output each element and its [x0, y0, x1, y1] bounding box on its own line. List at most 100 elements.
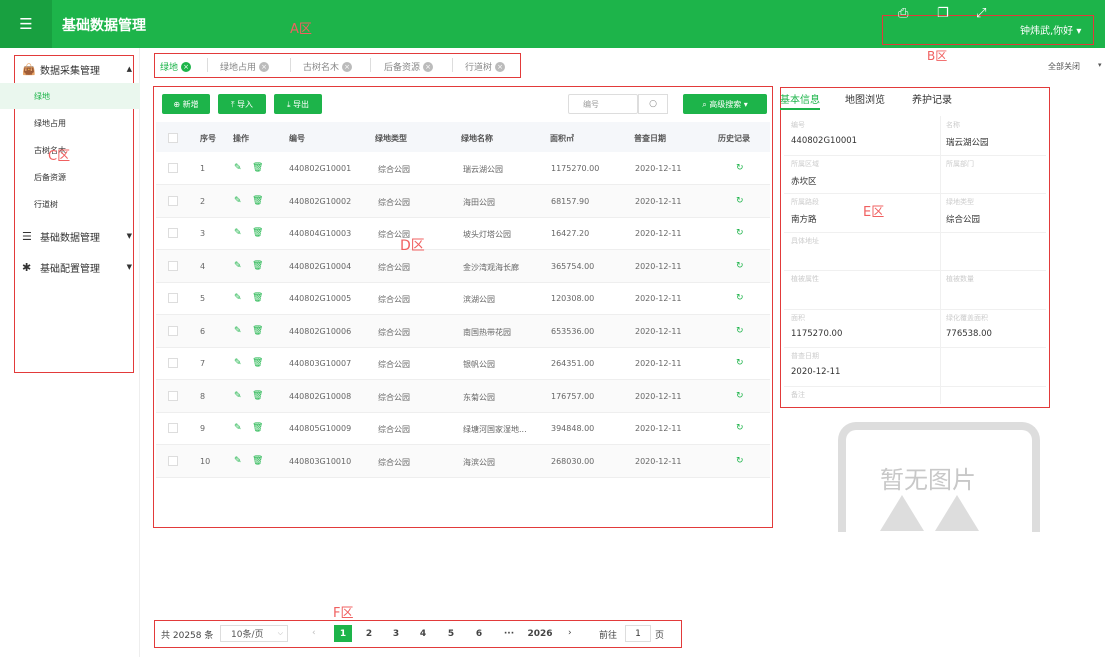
- history-icon[interactable]: ↻: [736, 293, 744, 303]
- advanced-search-button[interactable]: ⌕ 高级搜索 ▾: [683, 94, 767, 114]
- close-icon[interactable]: ×: [423, 61, 434, 72]
- detail-field-label: 植被属性: [791, 275, 819, 283]
- page-size-select[interactable]: 10条/页 ⌵: [220, 625, 288, 642]
- edit-icon[interactable]: ✎: [234, 293, 242, 303]
- delete-icon[interactable]: 🗑: [252, 228, 263, 238]
- page-number[interactable]: 3: [387, 625, 405, 642]
- user-menu[interactable]: 钟炜武,你好 ▾: [1020, 22, 1081, 37]
- history-icon[interactable]: ↻: [736, 326, 744, 336]
- delete-icon[interactable]: 🗑: [252, 456, 263, 466]
- close-icon[interactable]: ×: [181, 61, 192, 72]
- page-number[interactable]: 1: [334, 625, 352, 642]
- page-number[interactable]: 4: [414, 625, 432, 642]
- edit-icon[interactable]: ✎: [234, 456, 242, 466]
- tab-street-trees[interactable]: 行道树 ×: [465, 60, 506, 73]
- goto-page-input[interactable]: 1: [625, 625, 651, 642]
- detail-field-value: 瑞云湖公园: [946, 138, 989, 148]
- edit-icon[interactable]: ✎: [234, 196, 242, 206]
- page-number[interactable]: 6: [470, 625, 488, 642]
- row-type: 综合公园: [378, 425, 410, 434]
- edit-icon[interactable]: ✎: [234, 391, 242, 401]
- close-icon[interactable]: ×: [259, 61, 270, 72]
- page-number[interactable]: 5: [442, 625, 460, 642]
- sidebar-item-greenland[interactable]: 绿地: [0, 83, 140, 109]
- row-checkbox[interactable]: [168, 390, 178, 401]
- history-icon[interactable]: ↻: [736, 163, 744, 173]
- database-icon: ☰: [22, 229, 32, 243]
- page-number[interactable]: 2026: [527, 625, 553, 642]
- history-icon[interactable]: ↻: [736, 196, 744, 206]
- history-icon[interactable]: ↻: [736, 391, 744, 401]
- edit-icon[interactable]: ✎: [234, 358, 242, 368]
- delete-icon[interactable]: 🗑: [252, 423, 263, 433]
- delete-icon[interactable]: 🗑: [252, 293, 263, 303]
- row-checkbox[interactable]: [168, 325, 178, 336]
- row-checkbox[interactable]: [168, 163, 178, 173]
- history-icon[interactable]: ↻: [736, 456, 744, 466]
- sidebar-item-street-trees[interactable]: 行道树: [0, 191, 140, 217]
- import-button[interactable]: ⤒ 导入: [218, 94, 266, 114]
- print-icon[interactable]: ⎙: [898, 6, 908, 21]
- history-icon[interactable]: ↻: [736, 228, 744, 238]
- add-button[interactable]: ⊕ 新增: [162, 94, 210, 114]
- tab-basic-info[interactable]: 基本信息: [780, 91, 820, 110]
- select-all-checkbox[interactable]: [168, 133, 178, 143]
- tab-ancient-trees[interactable]: 古树名木 ×: [303, 60, 353, 73]
- row-index: 2: [200, 196, 206, 206]
- tab-maintenance-records[interactable]: 养护记录: [912, 91, 952, 106]
- history-icon[interactable]: ↻: [736, 423, 744, 433]
- chevron-down-icon[interactable]: ▾: [1098, 61, 1102, 69]
- row-checkbox[interactable]: [168, 423, 178, 433]
- tab-greenland[interactable]: 绿地 ×: [160, 60, 192, 73]
- row-checkbox[interactable]: [168, 228, 178, 238]
- sidebar-group-data-collection[interactable]: 👜 数据采集管理 ▲: [0, 55, 140, 83]
- edit-icon[interactable]: ✎: [234, 163, 242, 173]
- search-icon[interactable]: ○: [638, 94, 668, 114]
- export-button[interactable]: ⤓ 导出: [274, 94, 322, 114]
- delete-icon[interactable]: 🗑: [252, 196, 263, 206]
- sidebar-group-basic-config[interactable]: ✱ 基础配置管理 ▼: [0, 253, 140, 281]
- page-ellipsis[interactable]: ···: [500, 625, 518, 642]
- close-icon[interactable]: ×: [342, 61, 353, 72]
- page-number[interactable]: 2: [360, 625, 378, 642]
- delete-icon[interactable]: 🗑: [252, 326, 263, 336]
- tab-reserve[interactable]: 后备资源 ×: [384, 60, 434, 73]
- code-search-input[interactable]: 编号: [568, 94, 638, 114]
- row-checkbox[interactable]: [168, 260, 178, 271]
- sidebar-group-basic-data[interactable]: ☰ 基础数据管理 ▼: [0, 222, 140, 250]
- sidebar-item-reserve[interactable]: 后备资源: [0, 164, 140, 190]
- delete-icon[interactable]: 🗑: [252, 261, 263, 271]
- sidebar-item-greenland-occupy[interactable]: 绿地占用: [0, 110, 140, 136]
- detail-field-value: 赤坎区: [791, 176, 817, 187]
- close-icon[interactable]: ×: [495, 61, 506, 72]
- edit-icon[interactable]: ✎: [234, 326, 242, 336]
- close-all-button[interactable]: 全部关闭: [1048, 61, 1080, 72]
- prev-page-button[interactable]: ‹: [312, 628, 316, 638]
- row-date: 2020-12-11: [635, 196, 682, 206]
- tab-map-browse[interactable]: 地图浏览: [845, 91, 885, 106]
- no-image-text: 暂无图片: [880, 466, 976, 494]
- history-icon[interactable]: ↻: [736, 261, 744, 271]
- row-index: 4: [200, 261, 206, 271]
- history-icon[interactable]: ↻: [736, 358, 744, 368]
- row-area: 176757.00: [551, 391, 595, 401]
- fullscreen-icon[interactable]: ⤢: [976, 6, 986, 21]
- tab-greenland-occupy[interactable]: 绿地占用 ×: [220, 60, 270, 73]
- edit-icon[interactable]: ✎: [234, 423, 242, 433]
- edit-icon[interactable]: ✎: [234, 228, 242, 238]
- menu-toggle-icon[interactable]: ☰: [0, 0, 52, 48]
- zone-f-label: F区: [333, 606, 354, 621]
- row-name: 海滨公园: [463, 457, 495, 467]
- copy-icon[interactable]: ❐: [937, 6, 949, 21]
- row-checkbox[interactable]: [168, 195, 178, 206]
- row-checkbox[interactable]: [168, 455, 178, 466]
- delete-icon[interactable]: 🗑: [252, 163, 263, 173]
- edit-icon[interactable]: ✎: [234, 261, 242, 271]
- row-checkbox[interactable]: [168, 358, 178, 368]
- chevron-up-icon: ▲: [126, 65, 132, 73]
- delete-icon[interactable]: 🗑: [252, 391, 263, 401]
- row-checkbox[interactable]: [168, 293, 178, 303]
- next-page-button[interactable]: ›: [568, 628, 572, 638]
- detail-row-divider: [784, 385, 1046, 387]
- delete-icon[interactable]: 🗑: [252, 358, 263, 368]
